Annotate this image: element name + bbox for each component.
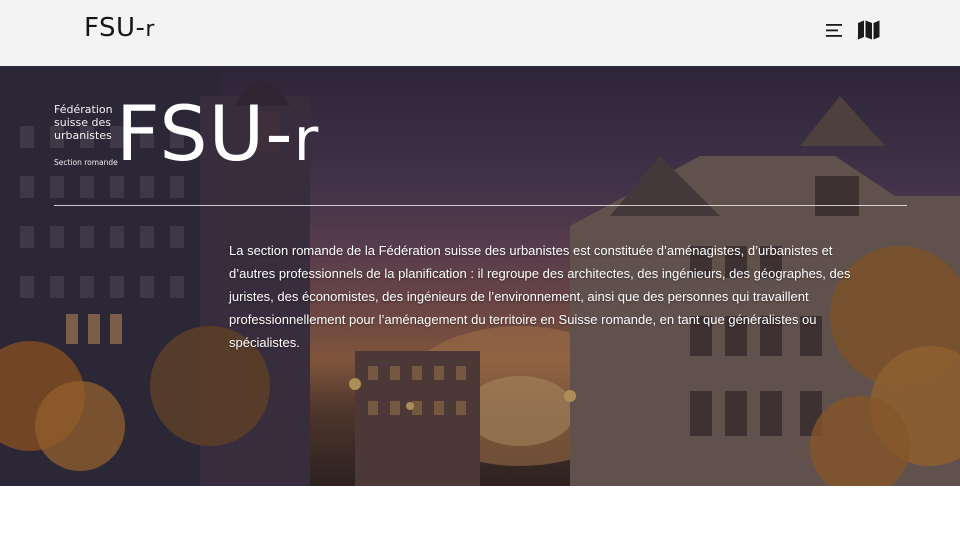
section-label: Section romande <box>54 158 118 167</box>
federation-line-2: suisse des <box>54 116 111 129</box>
hero-logo-suffix: r <box>293 105 320 175</box>
header-logo-suffix: r <box>145 17 155 42</box>
header-logo[interactable]: FSU-r <box>84 13 155 45</box>
hero-divider <box>54 205 907 206</box>
federation-line-1: Fédération <box>54 103 113 116</box>
map-icon[interactable] <box>857 19 881 41</box>
hero-logo-main: FSU- <box>116 89 294 178</box>
top-header: FSU-r <box>0 0 960 66</box>
intro-paragraph: La section romande de la Fédération suis… <box>229 243 851 350</box>
hero-logo: FSU-r <box>116 86 319 188</box>
federation-name: Fédération suisse des urbanistes <box>54 103 113 142</box>
federation-line-3: urbanistes <box>54 129 112 142</box>
header-logo-main: FSU- <box>84 13 146 43</box>
hamburger-menu-icon[interactable] <box>823 19 845 41</box>
